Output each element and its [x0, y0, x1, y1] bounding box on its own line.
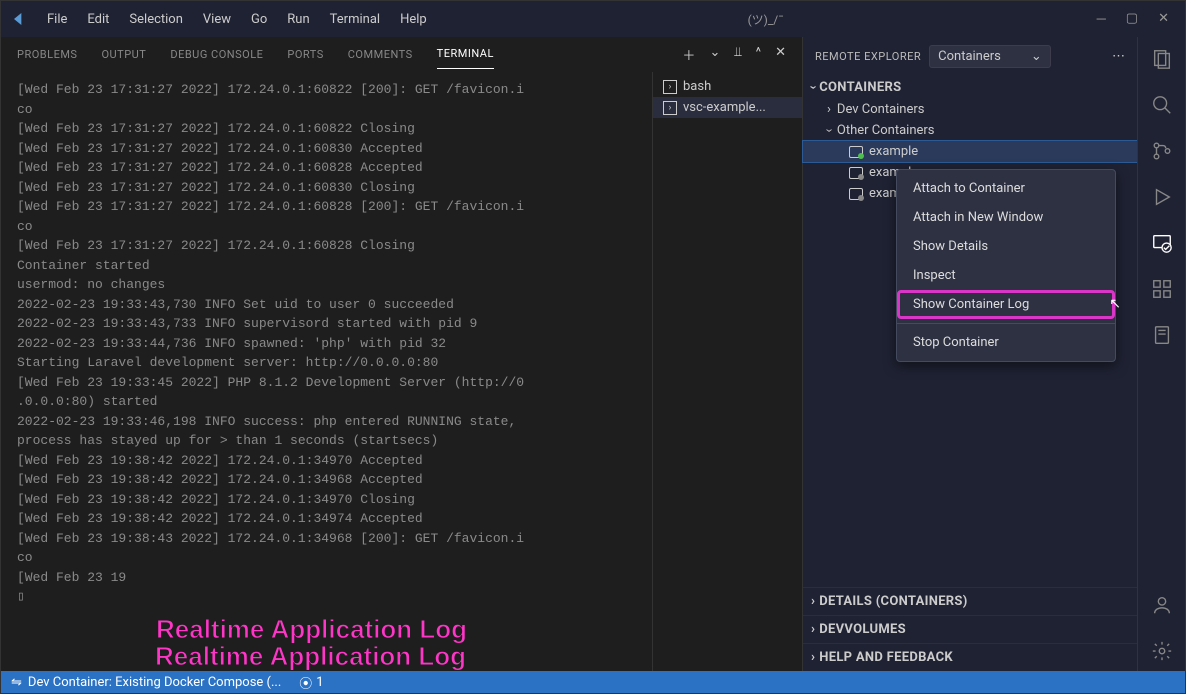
chevron-down-icon: ⌄: [1031, 49, 1042, 64]
menu-attach-new-window[interactable]: Attach in New Window: [897, 203, 1115, 232]
container-icon: [847, 167, 863, 179]
tab-ports[interactable]: PORTS: [287, 40, 323, 69]
container-icon: [847, 188, 863, 200]
section-label: HELP AND FEEDBACK: [819, 650, 953, 665]
tab-comments[interactable]: COMMENTS: [348, 40, 413, 69]
section-details[interactable]: › DETAILS (CONTAINERS): [803, 587, 1137, 615]
terminal-session-bash[interactable]: › bash: [653, 76, 802, 97]
terminal-dropdown-icon[interactable]: ⌄: [709, 45, 720, 64]
statusbar: ⇋ Dev Container: Existing Docker Compose…: [1, 671, 1185, 693]
terminal-session-vsc-example[interactable]: › vsc-example...: [653, 97, 802, 118]
vscode-icon: [9, 10, 27, 28]
menu-edit[interactable]: Edit: [79, 8, 117, 31]
split-terminal-icon[interactable]: ⫫: [734, 45, 741, 64]
activity-bar: [1137, 37, 1185, 671]
source-control-icon[interactable]: [1150, 139, 1174, 163]
tab-output[interactable]: OUTPUT: [101, 40, 146, 69]
explorer-icon[interactable]: [1150, 47, 1174, 71]
menu-label: Show Container Log: [913, 297, 1029, 312]
run-debug-icon[interactable]: [1150, 185, 1174, 209]
terminal-icon: ›: [663, 101, 677, 115]
menu-file[interactable]: File: [39, 8, 75, 31]
node-dev-containers[interactable]: › Dev Containers: [803, 99, 1137, 120]
settings-icon[interactable]: [1150, 639, 1174, 663]
section-help-feedback[interactable]: › HELP AND FEEDBACK: [803, 643, 1137, 671]
accounts-icon[interactable]: [1150, 593, 1174, 617]
statusbar-remote-indicator[interactable]: ⇋ Dev Container: Existing Docker Compose…: [1, 671, 291, 693]
menu-go[interactable]: Go: [243, 8, 275, 31]
menu-show-container-log[interactable]: Show Container Log ↖: [897, 290, 1115, 319]
close-panel-icon[interactable]: ✕: [775, 45, 786, 64]
terminal-output[interactable]: [Wed Feb 23 17:31:27 2022] 172.24.0.1:60…: [1, 72, 652, 671]
terminal-icon: ›: [663, 80, 677, 94]
section-containers[interactable]: › CONTAINERS: [803, 76, 1137, 99]
node-label: Dev Containers: [837, 102, 925, 117]
chevron-right-icon: ›: [811, 650, 815, 665]
statusbar-ports[interactable]: ⦿ 1: [291, 673, 331, 692]
session-label: bash: [683, 79, 711, 94]
menu-view[interactable]: View: [195, 8, 239, 31]
titlebar: File Edit Selection View Go Run Terminal…: [1, 1, 1185, 37]
section-devvolumes[interactable]: › DEVVOLUMES: [803, 615, 1137, 643]
annotation-overlay: Realtime Application Log: [155, 641, 466, 672]
remote-explorer-icon[interactable]: [1150, 231, 1174, 255]
remote-icon: ⇋: [11, 675, 22, 690]
menu-inspect[interactable]: Inspect: [897, 261, 1115, 290]
extensions-icon[interactable]: [1150, 277, 1174, 301]
maximize-panel-icon[interactable]: ^: [756, 45, 761, 64]
search-icon[interactable]: [1150, 93, 1174, 117]
more-icon[interactable]: ⋯: [1112, 49, 1125, 64]
menu-attach-container[interactable]: Attach to Container: [897, 174, 1115, 203]
tab-terminal[interactable]: TERMINAL: [437, 39, 494, 69]
menu-terminal[interactable]: Terminal: [322, 8, 388, 31]
container-icon: [847, 146, 863, 158]
new-terminal-icon[interactable]: ＋: [682, 45, 695, 64]
container-label: example: [869, 144, 918, 159]
remote-label: Dev Container: Existing Docker Compose (…: [28, 675, 281, 690]
sidebar-title: REMOTE EXPLORER: [815, 50, 921, 63]
cursor-icon: ↖: [1109, 296, 1121, 312]
container-example-1[interactable]: example: [803, 141, 1137, 162]
panel-area: PROBLEMS OUTPUT DEBUG CONSOLE PORTS COMM…: [1, 37, 802, 671]
node-label: Other Containers: [837, 123, 935, 138]
ports-count: 1: [316, 675, 323, 690]
menu-divider: [897, 323, 1115, 324]
tab-debug-console[interactable]: DEBUG CONSOLE: [170, 40, 263, 69]
section-label: CONTAINERS: [819, 80, 901, 95]
session-label: vsc-example...: [683, 100, 766, 115]
node-other-containers[interactable]: › Other Containers: [803, 120, 1137, 141]
minimize-icon[interactable]: ─: [1097, 11, 1106, 27]
testing-icon[interactable]: [1150, 323, 1174, 347]
menu-help[interactable]: Help: [392, 8, 435, 31]
section-label: DETAILS (CONTAINERS): [819, 594, 967, 609]
window-title: (ツ)_/¯: [439, 11, 1093, 28]
chevron-down-icon: ›: [821, 129, 836, 133]
maximize-icon[interactable]: ▢: [1126, 11, 1138, 27]
menu-show-details[interactable]: Show Details: [897, 232, 1115, 261]
panel-tabs: PROBLEMS OUTPUT DEBUG CONSOLE PORTS COMM…: [1, 37, 802, 72]
tab-problems[interactable]: PROBLEMS: [17, 40, 77, 69]
menu-stop-container[interactable]: Stop Container: [897, 328, 1115, 357]
chevron-right-icon: ›: [811, 594, 815, 609]
broadcast-icon: ⦿: [299, 673, 312, 692]
chevron-right-icon: ›: [811, 622, 815, 637]
section-label: DEVVOLUMES: [819, 622, 906, 637]
context-menu: Attach to Container Attach in New Window…: [896, 169, 1116, 362]
menu-run[interactable]: Run: [279, 8, 317, 31]
remote-type-dropdown[interactable]: Containers ⌄: [929, 45, 1051, 68]
menu-selection[interactable]: Selection: [121, 8, 190, 31]
terminal-session-list: › bash › vsc-example...: [652, 72, 802, 671]
chevron-right-icon: ›: [827, 102, 831, 117]
dropdown-value: Containers: [938, 49, 1001, 64]
close-icon[interactable]: ✕: [1158, 11, 1169, 27]
chevron-down-icon: ›: [806, 85, 821, 89]
